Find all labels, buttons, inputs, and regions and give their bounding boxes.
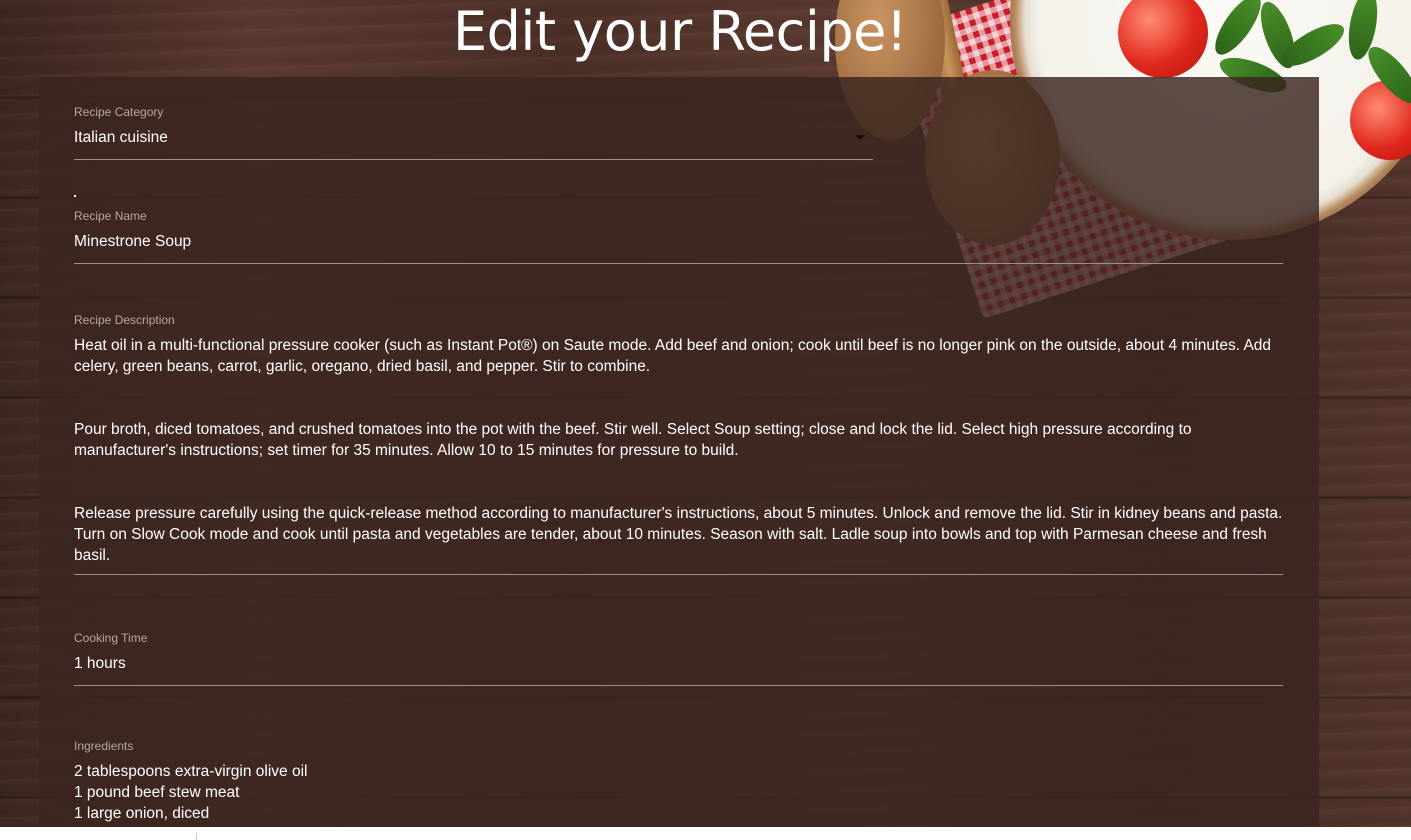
helper-dot bbox=[74, 195, 76, 197]
ingredients-field[interactable]: Ingredients 2 tablespoons extra-virgin o… bbox=[74, 739, 1283, 824]
cooking-time-field[interactable]: Cooking Time 1 hours bbox=[74, 631, 1283, 686]
description-paragraph: Release pressure carefully using the qui… bbox=[74, 505, 1283, 564]
recipe-description-field[interactable]: Recipe Description Heat oil in a multi-f… bbox=[74, 313, 1283, 575]
recipe-description-underline bbox=[74, 574, 1283, 575]
ingredient-line: 1 large onion, diced bbox=[74, 805, 210, 822]
divider bbox=[196, 833, 197, 840]
ingredient-line: 1 pound beef stew meat bbox=[74, 784, 240, 801]
ingredients-label: Ingredients bbox=[74, 739, 134, 753]
cooking-time-input[interactable]: 1 hours bbox=[74, 653, 1283, 674]
ingredients-textarea[interactable]: 2 tablespoons extra-virgin olive oil 1 p… bbox=[74, 761, 1283, 824]
cooking-time-underline bbox=[74, 685, 1283, 686]
description-paragraph: Heat oil in a multi-functional pressure … bbox=[74, 337, 1272, 375]
chevron-down-icon[interactable] bbox=[855, 135, 865, 140]
page-title: Edit your Recipe! bbox=[453, 0, 907, 63]
recipe-category-underline bbox=[74, 159, 873, 160]
recipe-edit-form: Recipe Category Italian cuisine Recipe N… bbox=[39, 77, 1319, 840]
recipe-category-value[interactable]: Italian cuisine bbox=[74, 127, 873, 148]
tomato-image-2 bbox=[1350, 80, 1411, 160]
recipe-category-select[interactable]: Recipe Category Italian cuisine bbox=[74, 105, 873, 197]
recipe-name-label: Recipe Name bbox=[74, 209, 147, 223]
cooking-time-label: Cooking Time bbox=[74, 631, 148, 645]
recipe-name-underline bbox=[74, 263, 1283, 264]
page-bottom-bar bbox=[0, 827, 1411, 840]
recipe-description-label: Recipe Description bbox=[74, 313, 175, 327]
recipe-name-field[interactable]: Recipe Name Minestrone Soup bbox=[74, 209, 1283, 264]
arugula-leaf-image bbox=[1360, 39, 1411, 111]
recipe-description-textarea[interactable]: Heat oil in a multi-functional pressure … bbox=[74, 335, 1283, 566]
recipe-category-label: Recipe Category bbox=[74, 105, 164, 119]
recipe-name-input[interactable]: Minestrone Soup bbox=[74, 231, 1283, 252]
description-paragraph: Pour broth, diced tomatoes, and crushed … bbox=[74, 421, 1192, 459]
ingredient-line: 2 tablespoons extra-virgin olive oil bbox=[74, 763, 308, 780]
